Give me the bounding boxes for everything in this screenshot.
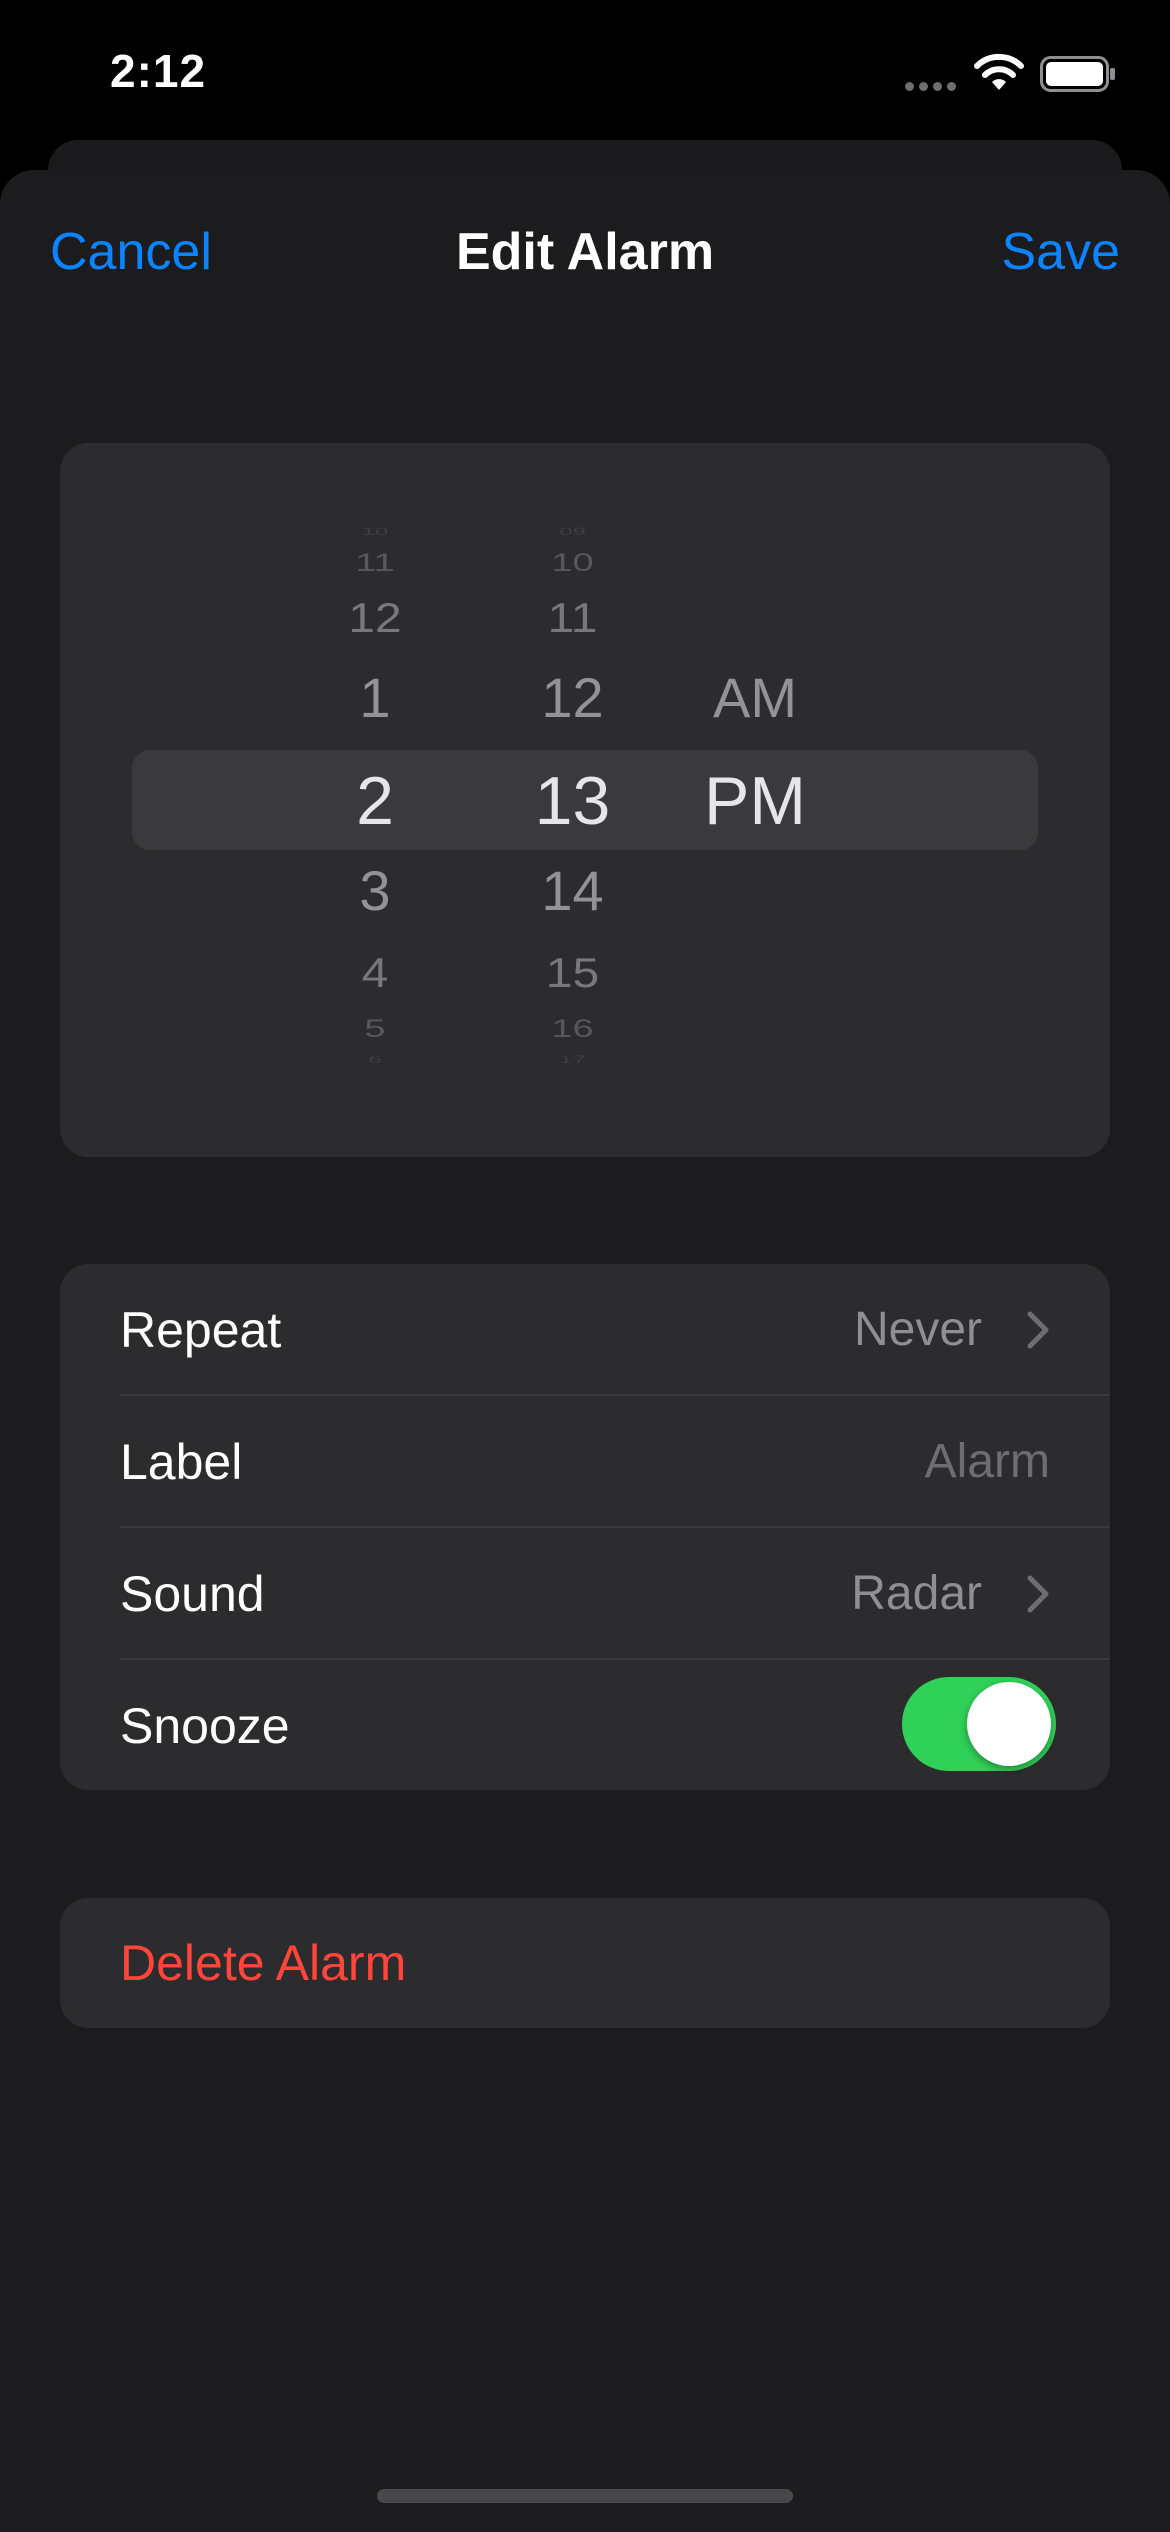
cellular-signal-icon [905, 82, 959, 94]
hour-option[interactable]: 5 [300, 1017, 450, 1042]
snooze-label: Snooze [120, 1698, 290, 1754]
hour-option[interactable]: 1 [300, 670, 450, 726]
label-label: Label [120, 1434, 243, 1490]
save-button[interactable]: Save [1001, 222, 1120, 282]
status-time: 2:12 [110, 45, 207, 97]
period-selected[interactable]: PM [680, 767, 830, 835]
hour-option[interactable]: 11 [300, 551, 450, 576]
alarm-settings-list: Repeat Never Label Alarm Sound Radar Sno… [60, 1264, 1110, 1790]
hour-wheel[interactable]: 10 11 12 1 2 3 4 5 6 [300, 520, 450, 1065]
hour-option[interactable]: 10 [300, 526, 450, 538]
period-wheel[interactable]: AM PM [680, 520, 830, 1065]
sound-row[interactable]: Sound Radar [60, 1528, 1110, 1660]
sound-value: Radar [851, 1567, 982, 1620]
repeat-value: Never [853, 1303, 982, 1356]
home-indicator [377, 2489, 793, 2503]
repeat-row[interactable]: Repeat Never [60, 1264, 1110, 1396]
label-row[interactable]: Label Alarm [60, 1396, 1110, 1528]
hour-option[interactable]: 4 [300, 953, 450, 994]
minute-option[interactable]: 14 [500, 863, 645, 919]
chevron-right-icon [1027, 1311, 1049, 1349]
minute-option[interactable]: 11 [500, 598, 645, 639]
battery-icon [1040, 56, 1115, 92]
minute-option[interactable]: 15 [500, 953, 645, 994]
label-field[interactable]: Alarm [925, 1396, 1050, 1528]
chevron-right-icon [1027, 1575, 1049, 1613]
wifi-icon [974, 53, 1024, 90]
delete-alarm-button[interactable]: Delete Alarm [60, 1898, 1110, 2028]
minute-selected[interactable]: 13 [500, 767, 645, 835]
delete-alarm-label: Delete Alarm [120, 1935, 407, 1991]
minute-option[interactable]: 10 [500, 551, 645, 576]
repeat-label: Repeat [120, 1302, 282, 1358]
minute-option[interactable]: 16 [500, 1017, 645, 1042]
hour-option[interactable]: 3 [300, 863, 450, 919]
minute-option[interactable]: 12 [500, 670, 645, 726]
toggle-knob [967, 1682, 1051, 1766]
minute-wheel[interactable]: 09 10 11 12 13 14 15 16 17 [500, 520, 645, 1065]
hour-option[interactable]: 12 [300, 598, 450, 639]
sound-label: Sound [120, 1566, 265, 1622]
minute-option[interactable]: 09 [500, 526, 645, 538]
hour-option[interactable]: 6 [300, 1054, 450, 1066]
snooze-row: Snooze [60, 1660, 1110, 1790]
hour-selected[interactable]: 2 [300, 767, 450, 835]
period-option-am[interactable]: AM [680, 670, 830, 726]
status-bar: 2:12 [0, 0, 1170, 150]
snooze-toggle[interactable] [902, 1677, 1056, 1771]
minute-option[interactable]: 17 [500, 1054, 645, 1066]
page-title: Edit Alarm [455, 223, 715, 281]
